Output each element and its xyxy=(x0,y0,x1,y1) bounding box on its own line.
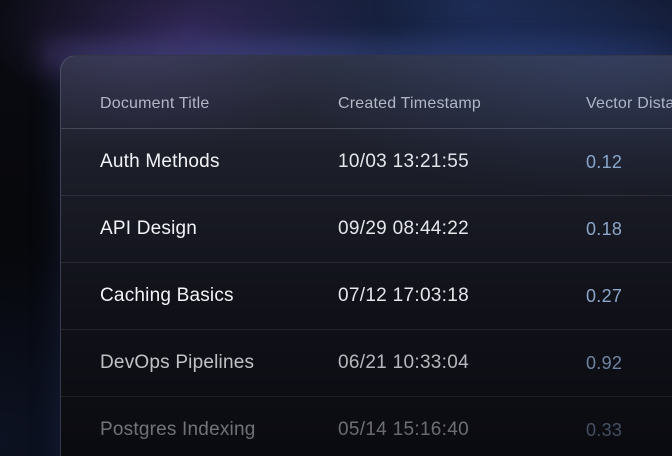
app-background: Document Title Created Timestamp Vector … xyxy=(0,0,672,456)
column-header-created-timestamp: Created Timestamp xyxy=(338,95,586,113)
created-timestamp-cell: 10/03 13:21:55 xyxy=(338,151,586,173)
document-title-cell: Postgres Indexing xyxy=(100,419,338,441)
document-title-cell: Caching Basics xyxy=(100,285,338,307)
column-header-document-title: Document Title xyxy=(100,95,338,113)
table-row[interactable]: Auth Methods 10/03 13:21:55 0.12 xyxy=(61,129,672,196)
vector-distance-cell: 0.92 xyxy=(586,353,672,374)
vector-distance-cell: 0.18 xyxy=(586,219,672,240)
vector-distance-cell: 0.33 xyxy=(586,420,672,441)
table-row[interactable]: API Design 09/29 08:44:22 0.18 xyxy=(61,196,672,263)
vector-distance-cell: 0.12 xyxy=(586,152,672,173)
table-row[interactable]: Postgres Indexing 05/14 15:16:40 0.33 xyxy=(61,397,672,456)
table-row[interactable]: DevOps Pipelines 06/21 10:33:04 0.92 xyxy=(61,330,672,397)
created-timestamp-cell: 06/21 10:33:04 xyxy=(338,352,586,374)
column-header-vector-distance: Vector Distance xyxy=(586,95,672,113)
table-body: Auth Methods 10/03 13:21:55 0.12 API Des… xyxy=(61,129,672,456)
created-timestamp-cell: 07/12 17:03:18 xyxy=(338,285,586,307)
vector-distance-cell: 0.27 xyxy=(586,286,672,307)
document-title-cell: DevOps Pipelines xyxy=(100,352,338,374)
documents-table-panel: Document Title Created Timestamp Vector … xyxy=(60,55,672,456)
created-timestamp-cell: 05/14 15:16:40 xyxy=(338,419,586,441)
document-title-cell: Auth Methods xyxy=(100,151,338,173)
document-title-cell: API Design xyxy=(100,218,338,240)
table-row[interactable]: Caching Basics 07/12 17:03:18 0.27 xyxy=(61,263,672,330)
created-timestamp-cell: 09/29 08:44:22 xyxy=(338,218,586,240)
table-header-row: Document Title Created Timestamp Vector … xyxy=(61,56,672,129)
